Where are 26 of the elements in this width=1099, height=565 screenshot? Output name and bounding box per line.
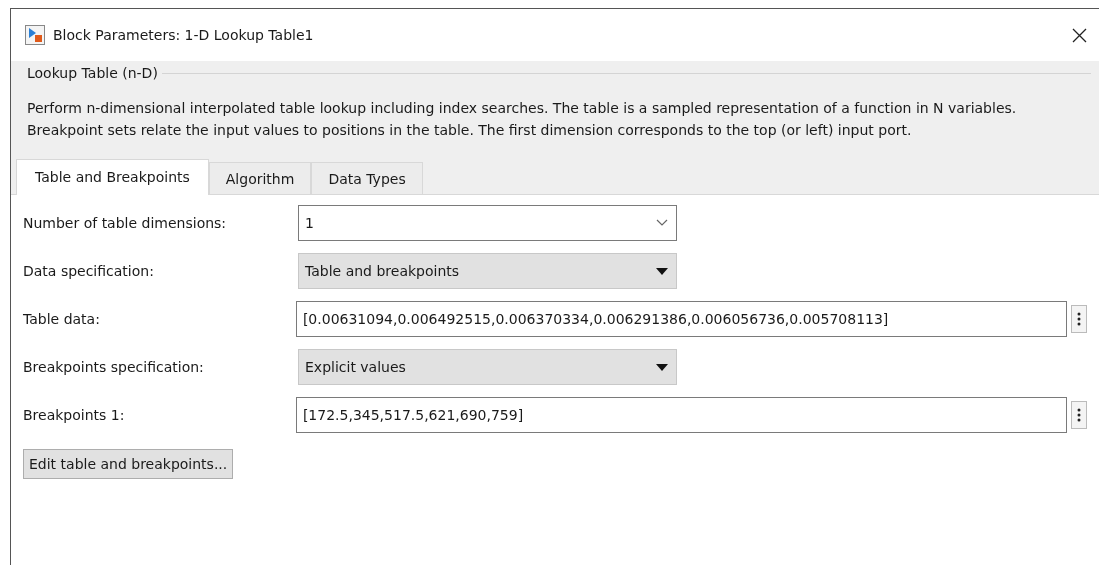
group-title: Lookup Table (n-D) [26, 65, 158, 81]
input-field[interactable]: [172.5,345,517.5,621,690,759] [295, 397, 1068, 433]
block-icon [25, 25, 45, 45]
input-field[interactable]: [0.00631094,0.006492515,0.006370334,0.006291386,0.006056736,0.005708113] [295, 301, 1068, 337]
specification-dropdown[interactable]: Table and breakpoints [298, 253, 677, 289]
more-options-button[interactable] [1071, 401, 1087, 429]
chevron-icon [656, 219, 668, 227]
parameter-label: Breakpoints specification: [23, 359, 205, 375]
tab[interactable]: Data Types [311, 162, 423, 194]
specification-dropdown[interactable]: Explicit values [298, 349, 677, 385]
edit-button[interactable]: Edit table and breakpoints... [23, 449, 234, 479]
caret-icon [656, 267, 668, 275]
more-options-button[interactable] [1071, 305, 1087, 333]
tab[interactable]: Algorithm [208, 162, 312, 194]
close-icon [1072, 27, 1087, 43]
parameter-label: Data specification: [23, 263, 155, 279]
tab[interactable]: Table and Breakpoints [16, 159, 209, 195]
parameter-label: Breakpoints 1: [23, 407, 126, 423]
window-title: Block Parameters: 1-D Lookup Table1 [53, 27, 315, 43]
dimensions-dropdown[interactable]: 1 [298, 205, 677, 241]
caret-icon [656, 363, 668, 371]
vertical-dots-icon [1077, 408, 1082, 422]
parameter-label: Number of table dimensions: [23, 215, 228, 231]
parameter-label: Table data: [23, 311, 101, 327]
vertical-dots-icon [1077, 312, 1082, 326]
description-text: Perform n-dimensional interpolated table lookup including index searches. The table is a sampled representation of a function in N variables. Breakpoint sets relate the input values to positions in the table. The first dimension corresponds to the top (or left) input port. [27, 99, 1018, 140]
